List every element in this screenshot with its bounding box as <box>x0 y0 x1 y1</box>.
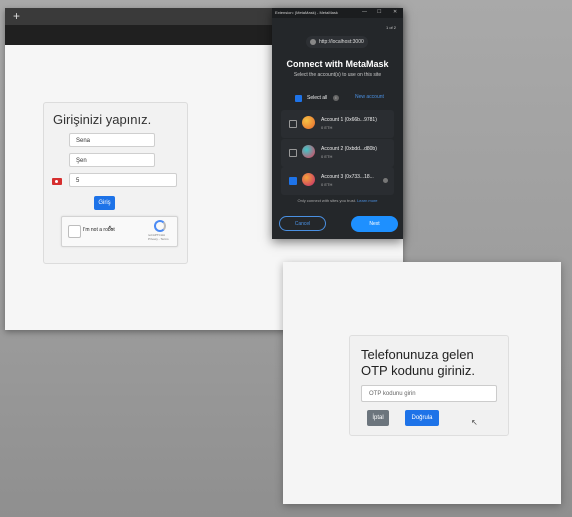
otp-verify-button[interactable]: Doğrula <box>405 410 439 426</box>
account-row[interactable]: Account 1 (0x66b...9781) 0 ETH <box>281 110 394 138</box>
metamask-popup: Extension: (MetaMask) - MetaMask — ☐ ✕ 1… <box>272 8 403 239</box>
first-name-input[interactable]: Sena <box>69 133 155 147</box>
metamask-window-title: Extension: (MetaMask) - MetaMask <box>275 10 338 15</box>
otp-window: Telefonunuza gelen OTP kodunu giriniz. O… <box>283 262 561 504</box>
connect-title: Connect with MetaMask <box>286 59 389 69</box>
last-name-input[interactable]: Şen <box>69 153 155 167</box>
new-tab-button[interactable]: + <box>13 9 20 23</box>
otp-card: Telefonunuza gelen OTP kodunu giriniz. O… <box>349 335 509 436</box>
account-checkbox[interactable] <box>289 177 297 185</box>
recaptcha-widget: I'm not a robot reCAPTCHA Privacy - Term… <box>61 216 178 247</box>
select-all-label[interactable]: Select all <box>307 95 327 101</box>
metamask-titlebar: Extension: (MetaMask) - MetaMask — ☐ ✕ <box>272 8 403 18</box>
recaptcha-privacy-links[interactable]: Privacy - Terms <box>148 237 169 241</box>
account-name: Account 3 (0x733...18... <box>321 174 374 180</box>
otp-title: Telefonunuza gelen OTP kodunu giriniz. <box>361 347 475 378</box>
new-account-link[interactable]: New account <box>355 94 384 100</box>
login-title: Girişinizi yapınız. <box>53 112 152 127</box>
account-info-icon[interactable] <box>383 178 388 183</box>
close-icon[interactable]: ✕ <box>393 9 397 15</box>
site-origin-text: http://localhost:3000 <box>319 39 364 45</box>
otp-input[interactable]: OTP kodunu girin <box>361 385 497 402</box>
account-avatar <box>302 145 315 158</box>
trust-note-text: Only connect with sites you trust. <box>297 198 356 203</box>
account-name: Account 1 (0x66b...9781) <box>321 117 377 123</box>
next-button[interactable]: Next <box>351 216 398 232</box>
trust-note: Only connect with sites you trust. Learn… <box>272 198 403 203</box>
account-checkbox[interactable] <box>289 120 297 128</box>
phone-input[interactable]: 5 <box>69 173 177 187</box>
account-balance: 0 ETH <box>321 154 333 159</box>
recaptcha-logo-icon <box>154 220 166 232</box>
recaptcha-brand: reCAPTCHA Privacy - Terms <box>148 233 169 241</box>
account-row[interactable]: Account 3 (0x733...18... 0 ETH <box>281 167 394 195</box>
otp-cancel-button[interactable]: İptal <box>367 410 389 426</box>
recaptcha-checkbox[interactable] <box>68 225 81 238</box>
account-balance: 0 ETH <box>321 182 333 187</box>
mouse-cursor-icon: ↖ <box>471 418 478 427</box>
login-button[interactable]: Giriş <box>94 196 115 210</box>
account-checkbox[interactable] <box>289 149 297 157</box>
learn-more-link[interactable]: Learn more <box>357 198 377 203</box>
maximize-icon[interactable]: ☐ <box>377 9 381 15</box>
turkey-flag-icon <box>52 178 62 185</box>
login-card: Girişinizi yapınız. Sena Şen 5 Giriş I'm… <box>43 102 188 264</box>
site-origin-pill: http://localhost:3000 <box>306 36 368 48</box>
step-indicator: 1 of 2 <box>386 25 397 30</box>
account-balance: 0 ETH <box>321 125 333 130</box>
account-avatar <box>302 173 315 186</box>
minimize-icon[interactable]: — <box>362 9 367 15</box>
info-icon[interactable]: i <box>333 95 339 101</box>
cancel-button[interactable]: Cancel <box>279 216 326 231</box>
select-all-checkbox[interactable] <box>295 95 302 102</box>
globe-icon <box>310 39 316 45</box>
mouse-cursor-icon: ↖ <box>108 225 114 232</box>
account-name: Account 2 (0xbdd...d80b) <box>321 146 377 152</box>
account-avatar <box>302 116 315 129</box>
account-row[interactable]: Account 2 (0xbdd...d80b) 0 ETH <box>281 139 394 167</box>
connect-subtitle: Select the account(s) to use on this sit… <box>293 72 382 78</box>
